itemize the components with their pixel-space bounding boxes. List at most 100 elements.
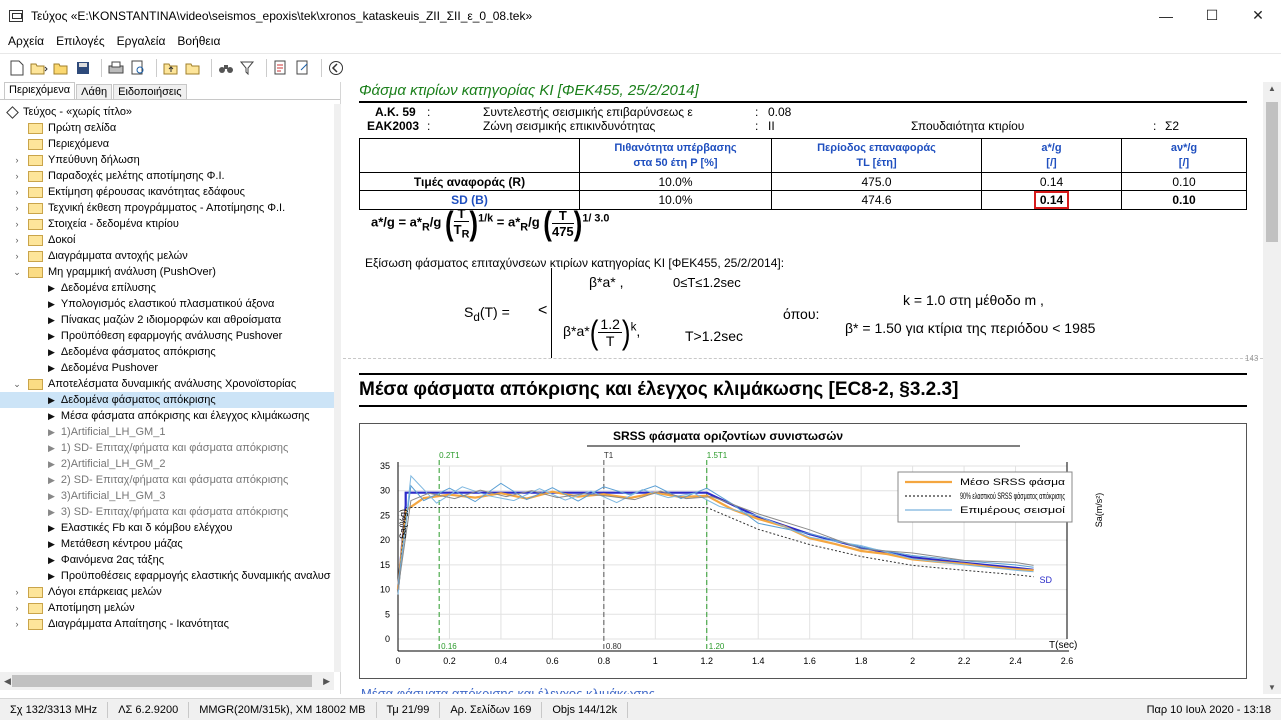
scroll-right-arrow-icon[interactable]: ▶	[323, 676, 330, 687]
expand-chevron-icon[interactable]: ›	[12, 587, 22, 597]
tree-item[interactable]: › Δοκοί	[0, 232, 334, 248]
tree-item-label: Δεδομένα φάσματος απόκρισης	[60, 394, 216, 406]
tree-vertical-scrollbar[interactable]	[334, 104, 341, 672]
heading2-rule-top	[359, 373, 1247, 375]
tree-item[interactable]: ▶ Προϋπόθεση εφαρμογής ανάλυσης Pushover	[0, 328, 334, 344]
filter-icon[interactable]	[239, 59, 257, 77]
tree-item[interactable]: ▶ Δεδομένα φάσματος απόκρισης	[0, 344, 334, 360]
expand-chevron-icon[interactable]: ›	[12, 187, 22, 197]
tree-item[interactable]: ▶ 3)Artificial_LH_GM_3	[0, 488, 334, 504]
tree-item[interactable]: ▶ Φαινόμενα 2ας τάξης	[0, 552, 334, 568]
tree-item[interactable]: ▶ Πίνακας μαζών 2 ιδιομορφών και αθροίσμα…	[0, 312, 334, 328]
tree-item[interactable]: ⌄ Μη γραμμική ανάλυση (PushOver)	[0, 264, 334, 280]
close-button[interactable]: ✕	[1235, 0, 1281, 31]
tree-item[interactable]: ▶ Μετάθεση κέντρου μάζας	[0, 536, 334, 552]
tree-item[interactable]: ▶ Υπολογισμός ελαστικού πλασματικού άξονα	[0, 296, 334, 312]
scroll-thumb[interactable]	[1266, 102, 1278, 242]
tree-item[interactable]: ▶ Δεδομένα φάσματος απόκρισης	[0, 392, 334, 408]
tree-item[interactable]: Περιεχόμενα	[0, 136, 334, 152]
folder-up-icon[interactable]	[162, 59, 180, 77]
open-icon[interactable]	[52, 59, 70, 77]
arrow-right-icon: ▶	[48, 554, 55, 565]
tree-item-label: 2) SD- Επιταχ/φήματα και φάσματα απόκρισ…	[60, 474, 289, 486]
maximize-button[interactable]: ☐	[1189, 0, 1235, 31]
tree-horizontal-scrollbar[interactable]: ◀ ▶	[0, 672, 334, 690]
toolbar-separator	[101, 58, 102, 77]
minimize-button[interactable]: —	[1143, 0, 1189, 31]
open-folder-dropdown-icon[interactable]	[30, 59, 48, 77]
export-icon[interactable]	[294, 59, 312, 77]
arrow-right-icon: ▶	[48, 490, 55, 501]
tab-errors[interactable]: Λάθη	[76, 84, 113, 99]
formula-lhs: a*/g = a*	[371, 214, 422, 230]
back-icon[interactable]	[327, 59, 345, 77]
status-page: Τμ 21/99	[377, 701, 441, 718]
formula-text: /g	[528, 214, 540, 230]
tree-item[interactable]: › Στοιχεία - δεδομένα κτιρίου	[0, 216, 334, 232]
section-heading: Μέσα φάσματα απόκρισης και έλεγχος κλιμά…	[359, 379, 959, 400]
tree-item[interactable]: ▶ 2)Artificial_LH_GM_2	[0, 456, 334, 472]
tree-item[interactable]: Τεύχος - «χωρίς τίτλο»	[0, 104, 334, 120]
x-tick-label: 2.6	[1061, 656, 1074, 666]
status-bar: Σχ 132/3313 MHz ΛΣ 6.2.9200 MMGR(20M/315…	[0, 698, 1281, 720]
document-settings-icon[interactable]	[272, 59, 290, 77]
tree-item[interactable]: › Διαγράμματα Απαίτησης - Ικανότητας	[0, 616, 334, 632]
tree-item[interactable]: ▶ Μέσα φάσματα απόκρισης και έλεγχος κλιμ…	[0, 408, 334, 424]
print-preview-icon[interactable]	[129, 59, 147, 77]
scroll-up-arrow-icon[interactable]: ▲	[1263, 84, 1281, 93]
tree-item[interactable]: ▶ 1)Artificial_LH_GM_1	[0, 424, 334, 440]
table-header-cell: aν*/g [/]	[1121, 138, 1247, 173]
document-vertical-scrollbar[interactable]: ▲ ▼	[1263, 82, 1281, 694]
arrow-right-icon: ▶	[48, 442, 55, 453]
menu-files[interactable]: Αρχεία	[2, 34, 50, 48]
tree-item-label: Ελαστικές Fb και δ κόμβου ελέγχου	[60, 522, 233, 534]
expand-chevron-icon[interactable]: ›	[12, 155, 22, 165]
expand-chevron-icon[interactable]: ›	[12, 603, 22, 613]
menu-help[interactable]: Βοήθεια	[171, 34, 226, 48]
tree-item[interactable]: › Λόγοι επάρκειας μελών	[0, 584, 334, 600]
collapse-chevron-icon[interactable]: ⌄	[12, 379, 22, 390]
arrow-right-icon: ▶	[48, 282, 55, 293]
tree-item-label: Περιεχόμενα	[48, 138, 110, 150]
legend-label: Μέσο SRSS φάσμα	[960, 477, 1065, 487]
menu-options[interactable]: Επιλογές	[50, 34, 111, 48]
tree-item[interactable]: › Εκτίμηση φέρουσας ικανότητας εδάφους	[0, 184, 334, 200]
tree-item[interactable]: › Υπεύθυνη δήλωση	[0, 152, 334, 168]
scroll-down-arrow-icon[interactable]: ▼	[1263, 683, 1281, 692]
tree-item[interactable]: ▶ Δεδομένα Pushover	[0, 360, 334, 376]
scroll-thumb[interactable]	[12, 675, 312, 687]
expand-chevron-icon[interactable]: ›	[12, 219, 22, 229]
expand-chevron-icon[interactable]: ›	[12, 619, 22, 629]
tree-item[interactable]: ▶ 3) SD- Επιταχ/φήματα και φάσματα απόκρι…	[0, 504, 334, 520]
expand-chevron-icon[interactable]: ›	[12, 251, 22, 261]
tab-contents[interactable]: Περιεχόμενα	[4, 82, 76, 99]
expand-chevron-icon[interactable]: ›	[12, 171, 22, 181]
tree-item[interactable]: › Αποτίμηση μελών	[0, 600, 334, 616]
where-label: όπου:	[783, 306, 820, 322]
binoculars-icon[interactable]	[217, 59, 235, 77]
tree-item[interactable]: ▶ 2) SD- Επιταχ/φήματα και φάσματα απόκρι…	[0, 472, 334, 488]
tree-item[interactable]: ▶ Ελαστικές Fb και δ κόμβου ελέγχου	[0, 520, 334, 536]
status-objects: Objs 144/12k	[542, 701, 629, 718]
tree-item[interactable]: › Παραδοχές μελέτης αποτίμησης Φ.Ι.	[0, 168, 334, 184]
tree-item[interactable]: ▶ Προϋποθέσεις εφαρμογής ελαστικής δυναμι…	[0, 568, 334, 584]
tree-item[interactable]: ▶ Δεδομένα επίλυσης	[0, 280, 334, 296]
collapse-chevron-icon[interactable]: ⌄	[12, 267, 22, 278]
paren-close: )	[469, 203, 479, 243]
expand-chevron-icon[interactable]: ›	[12, 203, 22, 213]
folder-icon[interactable]	[184, 59, 202, 77]
tree-item[interactable]: ⌄ Αποτελέσματα δυναμικής ανάλυσης Χρονοϊσ…	[0, 376, 334, 392]
tab-notifications[interactable]: Ειδοποιήσεις	[113, 84, 187, 99]
menu-tools[interactable]: Εργαλεία	[111, 34, 172, 48]
tree-item[interactable]: › Διαγράμματα αντοχής μελών	[0, 248, 334, 264]
print-icon[interactable]	[107, 59, 125, 77]
y-tick-label: 5	[385, 609, 390, 619]
period-value-label: 0.16	[441, 642, 457, 651]
tree-item[interactable]: ▶ 1) SD- Επιταχ/φήματα και φάσματα απόκρι…	[0, 440, 334, 456]
tree-item[interactable]: › Τεχνική έκθεση προγράμματος - Αποτίμηση…	[0, 200, 334, 216]
scroll-left-arrow-icon[interactable]: ◀	[4, 676, 11, 687]
new-document-icon[interactable]	[8, 59, 26, 77]
save-icon[interactable]	[74, 59, 92, 77]
tree-item[interactable]: Πρώτη σελίδα	[0, 120, 334, 136]
expand-chevron-icon[interactable]: ›	[12, 235, 22, 245]
